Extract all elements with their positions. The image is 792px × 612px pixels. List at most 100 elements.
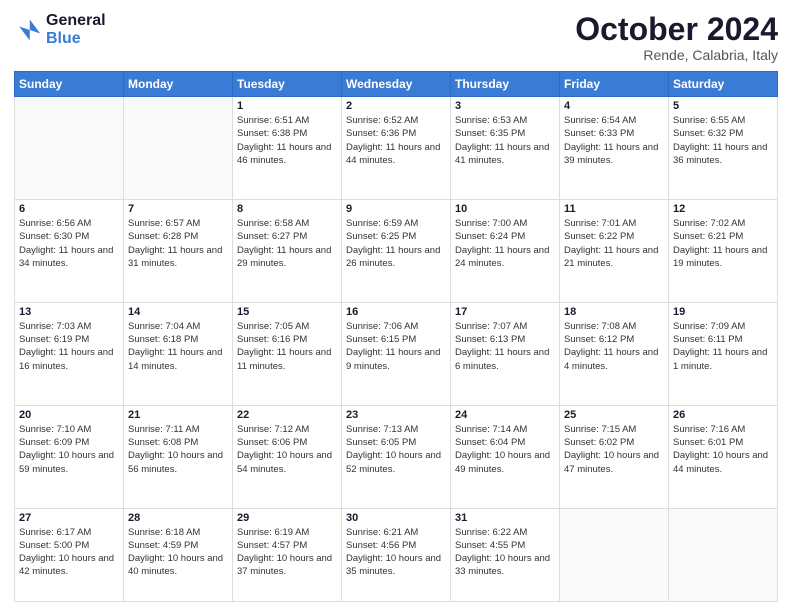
day-info: Sunrise: 6:19 AM Sunset: 4:57 PM Dayligh… [237,526,337,579]
day-number: 10 [455,203,555,215]
day-number: 20 [19,409,119,421]
day-info: Sunrise: 7:16 AM Sunset: 6:01 PM Dayligh… [673,423,773,476]
day-number: 7 [128,203,228,215]
calendar-cell: 22 Sunrise: 7:12 AM Sunset: 6:06 PM Dayli… [233,405,342,508]
day-number: 27 [19,512,119,524]
day-number: 31 [455,512,555,524]
logo-text: General Blue [46,12,106,47]
day-info: Sunrise: 6:51 AM Sunset: 6:38 PM Dayligh… [237,114,337,167]
day-info: Sunrise: 7:01 AM Sunset: 6:22 PM Dayligh… [564,217,664,270]
day-info: Sunrise: 6:52 AM Sunset: 6:36 PM Dayligh… [346,114,446,167]
day-number: 1 [237,100,337,112]
calendar-cell [669,508,778,602]
calendar-cell: 11Sunrise: 7:01 AM Sunset: 6:22 PM Dayli… [560,200,669,303]
day-info: Sunrise: 7:03 AM Sunset: 6:19 PM Dayligh… [19,320,119,373]
weekday-header-friday: Friday [560,72,669,97]
day-number: 26 [673,409,773,421]
day-info: Sunrise: 7:00 AM Sunset: 6:24 PM Dayligh… [455,217,555,270]
calendar-cell [15,97,124,200]
header: General Blue October 2024 Rende, Calabri… [14,12,778,63]
calendar-cell: 31 Sunrise: 6:22 AM Sunset: 4:55 PM Dayli… [451,508,560,602]
day-number: 28 [128,512,228,524]
calendar-cell: 2 Sunrise: 6:52 AM Sunset: 6:36 PM Daylig… [342,97,451,200]
day-info: Sunrise: 6:22 AM Sunset: 4:55 PM Dayligh… [455,526,555,579]
weekday-header-wednesday: Wednesday [342,72,451,97]
logo-blue: Blue [46,30,81,47]
month-title: October 2024 [575,12,778,47]
calendar-cell: 17 Sunrise: 7:07 AM Sunset: 6:13 PM Dayli… [451,302,560,405]
day-number: 30 [346,512,446,524]
day-info: Sunrise: 6:17 AM Sunset: 5:00 PM Dayligh… [19,526,119,579]
calendar-cell: 1 Sunrise: 6:51 AM Sunset: 6:38 PM Daylig… [233,97,342,200]
day-number: 18 [564,306,664,318]
day-number: 13 [19,306,119,318]
day-info: Sunrise: 7:09 AM Sunset: 6:11 PM Dayligh… [673,320,773,373]
calendar-cell: 30Sunrise: 6:21 AM Sunset: 4:56 PM Dayli… [342,508,451,602]
calendar-cell [560,508,669,602]
day-info: Sunrise: 7:14 AM Sunset: 6:04 PM Dayligh… [455,423,555,476]
calendar-cell: 16Sunrise: 7:06 AM Sunset: 6:15 PM Dayli… [342,302,451,405]
day-number: 9 [346,203,446,215]
day-info: Sunrise: 7:12 AM Sunset: 6:06 PM Dayligh… [237,423,337,476]
day-info: Sunrise: 7:10 AM Sunset: 6:09 PM Dayligh… [19,423,119,476]
day-info: Sunrise: 7:15 AM Sunset: 6:02 PM Dayligh… [564,423,664,476]
day-number: 4 [564,100,664,112]
day-number: 6 [19,203,119,215]
calendar-cell: 20 Sunrise: 7:10 AM Sunset: 6:09 PM Dayli… [15,405,124,508]
day-number: 25 [564,409,664,421]
day-info: Sunrise: 6:55 AM Sunset: 6:32 PM Dayligh… [673,114,773,167]
day-number: 14 [128,306,228,318]
location-subtitle: Rende, Calabria, Italy [575,47,778,63]
calendar-cell: 28 Sunrise: 6:18 AM Sunset: 4:59 PM Dayli… [124,508,233,602]
calendar-cell: 15 Sunrise: 7:05 AM Sunset: 6:16 PM Dayli… [233,302,342,405]
day-info: Sunrise: 6:54 AM Sunset: 6:33 PM Dayligh… [564,114,664,167]
day-info: Sunrise: 7:02 AM Sunset: 6:21 PM Dayligh… [673,217,773,270]
day-number: 2 [346,100,446,112]
calendar-cell: 27 Sunrise: 6:17 AM Sunset: 5:00 PM Dayli… [15,508,124,602]
day-number: 16 [346,306,446,318]
header-row: SundayMondayTuesdayWednesdayThursdayFrid… [15,72,778,97]
calendar-cell: 4 Sunrise: 6:54 AM Sunset: 6:33 PM Daylig… [560,97,669,200]
day-info: Sunrise: 6:57 AM Sunset: 6:28 PM Dayligh… [128,217,228,270]
calendar-cell: 5Sunrise: 6:55 AM Sunset: 6:32 PM Daylig… [669,97,778,200]
calendar-cell: 26 Sunrise: 7:16 AM Sunset: 6:01 PM Dayli… [669,405,778,508]
calendar-cell: 9 Sunrise: 6:59 AM Sunset: 6:25 PM Daylig… [342,200,451,303]
logo-icon [14,16,42,44]
day-info: Sunrise: 7:13 AM Sunset: 6:05 PM Dayligh… [346,423,446,476]
day-info: Sunrise: 6:18 AM Sunset: 4:59 PM Dayligh… [128,526,228,579]
weekday-header-thursday: Thursday [451,72,560,97]
calendar-cell: 19 Sunrise: 7:09 AM Sunset: 6:11 PM Dayli… [669,302,778,405]
page-container: General Blue October 2024 Rende, Calabri… [0,0,792,612]
calendar-cell: 8 Sunrise: 6:58 AM Sunset: 6:27 PM Daylig… [233,200,342,303]
day-info: Sunrise: 6:58 AM Sunset: 6:27 PM Dayligh… [237,217,337,270]
day-info: Sunrise: 6:59 AM Sunset: 6:25 PM Dayligh… [346,217,446,270]
logo: General Blue [14,12,106,47]
day-info: Sunrise: 7:07 AM Sunset: 6:13 PM Dayligh… [455,320,555,373]
weekday-header-tuesday: Tuesday [233,72,342,97]
day-number: 15 [237,306,337,318]
calendar-cell: 23 Sunrise: 7:13 AM Sunset: 6:05 PM Dayli… [342,405,451,508]
day-number: 12 [673,203,773,215]
weekday-header-sunday: Sunday [15,72,124,97]
day-info: Sunrise: 6:56 AM Sunset: 6:30 PM Dayligh… [19,217,119,270]
title-block: October 2024 Rende, Calabria, Italy [575,12,778,63]
day-number: 22 [237,409,337,421]
weekday-header-saturday: Saturday [669,72,778,97]
calendar-cell: 7 Sunrise: 6:57 AM Sunset: 6:28 PM Daylig… [124,200,233,303]
day-number: 3 [455,100,555,112]
day-number: 17 [455,306,555,318]
calendar-cell: 24 Sunrise: 7:14 AM Sunset: 6:04 PM Dayli… [451,405,560,508]
calendar-cell: 18Sunrise: 7:08 AM Sunset: 6:12 PM Dayli… [560,302,669,405]
calendar-cell [124,97,233,200]
calendar-table: SundayMondayTuesdayWednesdayThursdayFrid… [14,71,778,602]
calendar-cell: 25 Sunrise: 7:15 AM Sunset: 6:02 PM Dayli… [560,405,669,508]
calendar-cell: 29Sunrise: 6:19 AM Sunset: 4:57 PM Dayli… [233,508,342,602]
day-number: 24 [455,409,555,421]
weekday-header-monday: Monday [124,72,233,97]
day-number: 19 [673,306,773,318]
day-info: Sunrise: 7:04 AM Sunset: 6:18 PM Dayligh… [128,320,228,373]
day-info: Sunrise: 7:05 AM Sunset: 6:16 PM Dayligh… [237,320,337,373]
day-number: 23 [346,409,446,421]
day-number: 8 [237,203,337,215]
day-info: Sunrise: 6:53 AM Sunset: 6:35 PM Dayligh… [455,114,555,167]
